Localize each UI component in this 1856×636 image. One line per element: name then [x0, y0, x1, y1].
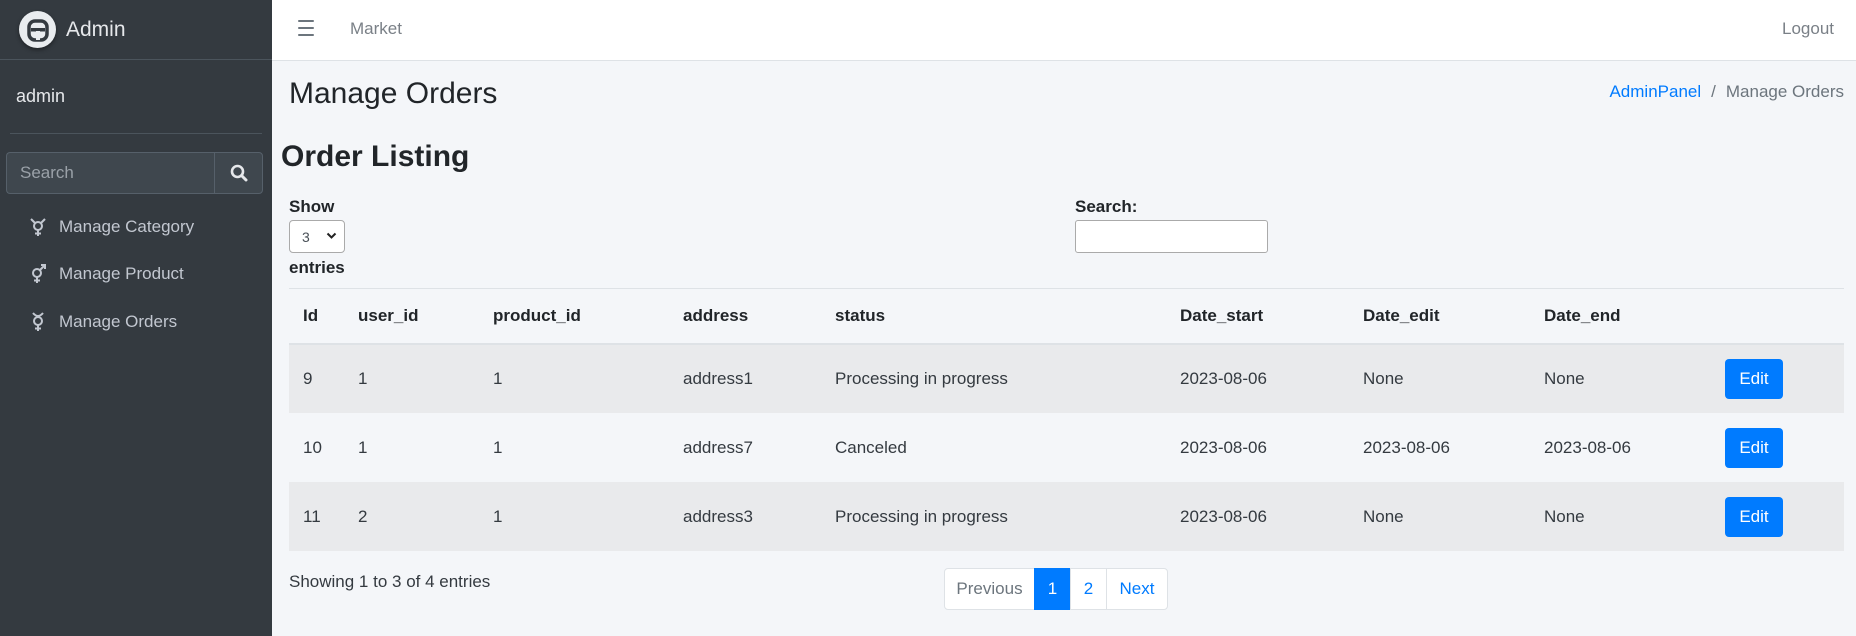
sidebar-nav: Manage Category Manage Product Manage Or…	[0, 203, 272, 346]
cell-actions: Edit	[1711, 413, 1844, 482]
table-row: 11 2 1 address3 Processing in progress 2…	[289, 482, 1844, 551]
sidebar-item-label: Manage Orders	[59, 311, 178, 331]
cell-actions: Edit	[1711, 482, 1844, 551]
menu-toggle-icon[interactable]	[298, 20, 314, 36]
breadcrumb-home-link[interactable]: AdminPanel	[1609, 82, 1701, 101]
column-header-date-start[interactable]: Date_start	[1166, 289, 1349, 345]
sidebar: Admin admin Search Manage Category Manag…	[0, 0, 272, 636]
breadcrumb-current: Manage Orders	[1725, 82, 1844, 101]
cell-status: Processing in progress	[835, 506, 1008, 526]
chevron-down-icon	[326, 232, 337, 239]
column-header-product-id[interactable]: product_id	[479, 289, 669, 345]
column-header-date-end[interactable]: Date_end	[1530, 289, 1711, 345]
edit-button[interactable]: Edit	[1725, 359, 1783, 399]
user-panel[interactable]: admin	[10, 60, 262, 134]
column-header-date-edit[interactable]: Date_edit	[1349, 289, 1530, 345]
mercury-icon	[28, 311, 48, 333]
cell-date-end: None	[1544, 506, 1585, 526]
cell-status: Canceled	[835, 437, 907, 457]
table-header-row: Id user_id product_id address status Dat…	[289, 289, 1844, 345]
table-search-label: Search:	[1075, 197, 1138, 216]
cell-product-id: 1	[493, 506, 503, 526]
section-title: Order Listing	[281, 140, 470, 173]
logout-link[interactable]: Logout	[1782, 19, 1834, 39]
pagination-page-2[interactable]: 2	[1070, 568, 1107, 610]
user-name[interactable]: admin	[16, 86, 65, 107]
entries-label: entries	[289, 258, 345, 277]
cell-date-edit: None	[1363, 369, 1404, 388]
cell-user-id: 1	[358, 437, 368, 457]
cell-date-start: 2023-08-06	[1180, 506, 1267, 526]
sidebar-item-manage-category[interactable]: Manage Category	[0, 203, 272, 251]
search-icon	[230, 164, 247, 182]
transgender-icon	[28, 216, 48, 238]
table-info: Showing 1 to 3 of 4 entries	[289, 572, 491, 591]
sidebar-item-label: Manage Product	[59, 264, 184, 284]
sidebar-item-manage-product[interactable]: Manage Product	[0, 251, 272, 299]
edit-button[interactable]: Edit	[1725, 427, 1783, 468]
pagination-page-1[interactable]: 1	[1034, 568, 1071, 610]
brand-link[interactable]: Admin	[0, 0, 272, 60]
sidebar-search-input[interactable]: Search	[6, 152, 214, 194]
table-row: 10 1 1 address7 Canceled 2023-08-06 2023…	[289, 413, 1844, 482]
venus-mars-icon	[28, 263, 48, 285]
entries-per-page-value: 3	[302, 228, 310, 245]
top-navbar: Market Logout	[272, 0, 1856, 61]
cell-date-start: 2023-08-06	[1180, 437, 1267, 457]
pagination-next[interactable]: Next	[1106, 568, 1168, 610]
cell-id: 10	[303, 437, 322, 457]
cell-date-start: 2023-08-06	[1180, 369, 1267, 388]
cell-id: 11	[303, 506, 321, 526]
sidebar-item-label: Manage Category	[59, 216, 195, 236]
column-header-id[interactable]: Id	[289, 289, 344, 345]
cell-address: address7	[683, 437, 753, 457]
cell-date-end: None	[1544, 369, 1585, 388]
nav-link-market[interactable]: Market	[350, 19, 402, 39]
pagination: Previous 1 2 Next	[944, 568, 1168, 610]
pagination-previous[interactable]: Previous	[944, 568, 1035, 610]
brand-logo-icon	[19, 11, 56, 48]
edit-button[interactable]: Edit	[1725, 496, 1783, 537]
page-title: Manage Orders	[289, 77, 498, 110]
sidebar-search-placeholder: Search	[20, 163, 74, 182]
cell-date-edit: 2023-08-06	[1363, 437, 1450, 457]
cell-user-id: 2	[358, 506, 368, 526]
brand-text: Admin	[66, 17, 126, 41]
breadcrumb: AdminPanel / Manage Orders	[1609, 82, 1844, 102]
cell-address: address1	[683, 369, 753, 388]
table-search-input[interactable]	[1075, 220, 1268, 253]
cell-id: 9	[303, 369, 313, 388]
column-header-actions	[1711, 289, 1844, 345]
column-header-user-id[interactable]: user_id	[344, 289, 479, 345]
column-header-address[interactable]: address	[669, 289, 821, 345]
orders-table: Id user_id product_id address status Dat…	[289, 288, 1844, 551]
table-row: 9 1 1 address1 Processing in progress 20…	[289, 344, 1844, 413]
column-header-status[interactable]: status	[821, 289, 1166, 345]
cell-address: address3	[683, 506, 753, 526]
show-label: Show	[289, 197, 335, 216]
cell-date-edit: None	[1363, 506, 1404, 526]
cell-product-id: 1	[493, 437, 503, 457]
cell-status: Processing in progress	[835, 369, 1008, 388]
cell-product-id: 1	[493, 369, 503, 388]
entries-per-page-select[interactable]: 3	[289, 220, 345, 253]
sidebar-search-button[interactable]	[214, 152, 263, 194]
cell-user-id: 1	[358, 369, 368, 388]
cell-date-end: 2023-08-06	[1544, 437, 1631, 457]
breadcrumb-separator: /	[1711, 82, 1716, 101]
cell-actions: Edit	[1711, 344, 1844, 413]
sidebar-item-manage-orders[interactable]: Manage Orders	[0, 298, 272, 346]
sidebar-search: Search	[6, 152, 263, 194]
